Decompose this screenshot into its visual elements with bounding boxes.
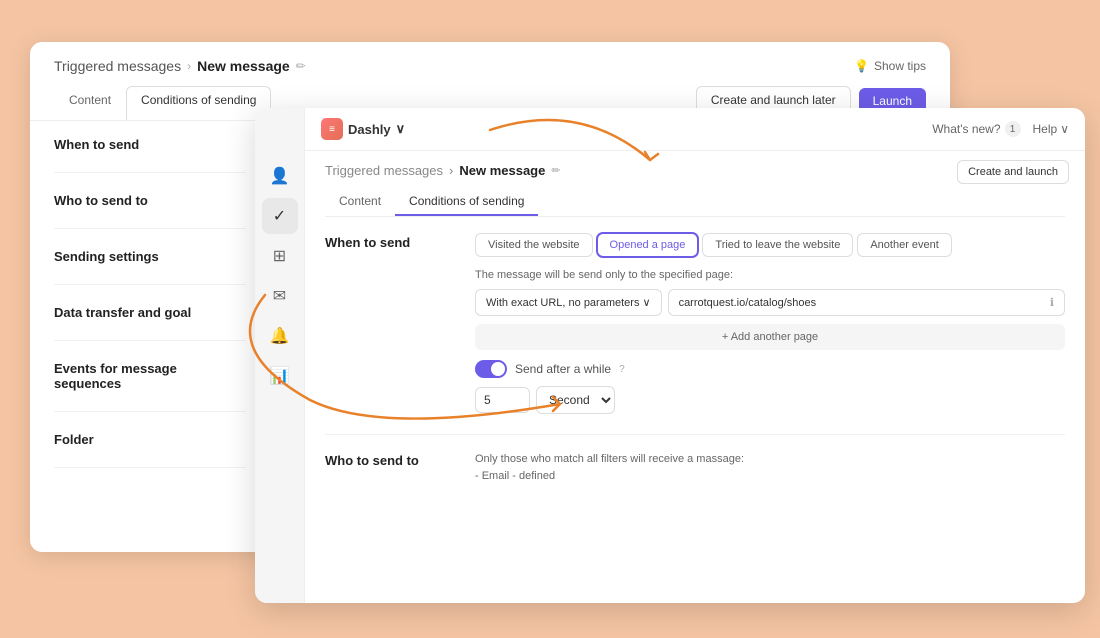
section-divider	[325, 434, 1065, 435]
sidebar-bell-icon[interactable]: 🔔	[262, 318, 298, 354]
when-tab-visited[interactable]: Visited the website	[475, 233, 593, 257]
dashly-brand[interactable]: ≡ Dashly ∨	[321, 118, 405, 140]
back-edit-icon[interactable]: ✏	[296, 59, 306, 73]
back-section-sending: Sending settings	[54, 229, 246, 285]
front-header-right: Create and launch	[957, 160, 1069, 184]
brand-chevron-icon: ∨	[396, 121, 406, 137]
back-breadcrumb-parent: Triggered messages	[54, 58, 181, 74]
back-section-folder: Folder	[54, 412, 246, 468]
front-tab-conditions[interactable]: Conditions of sending	[395, 188, 538, 216]
whats-new-button[interactable]: What's new? 1	[932, 121, 1020, 137]
when-info-text: The message will be send only to the spe…	[475, 269, 1065, 281]
front-content: When to send Visited the website Opened …	[305, 217, 1085, 603]
back-breadcrumb-current: New message	[197, 58, 290, 74]
front-tab-content[interactable]: Content	[325, 188, 395, 216]
who-to-send-content: Only those who match all filters will re…	[475, 451, 1065, 484]
front-breadcrumb-current: New message	[459, 163, 545, 178]
sidebar-users-icon[interactable]: 👤	[262, 158, 298, 194]
front-breadcrumb-parent: Triggered messages	[325, 163, 443, 178]
when-to-send-content: Visited the website Opened a page Tried …	[475, 233, 1065, 414]
back-breadcrumb-sep: ›	[187, 59, 191, 73]
when-to-send-section: When to send Visited the website Opened …	[325, 233, 1065, 414]
url-select[interactable]: With exact URL, no parameters ∨	[475, 289, 662, 316]
sidebar: 👤 ✓ ⊞ ✉ 🔔 📊	[255, 108, 305, 603]
time-row: Second Minute Hour	[475, 386, 1065, 414]
when-tab-leave[interactable]: Tried to leave the website	[702, 233, 853, 257]
back-tab-content[interactable]: Content	[54, 86, 126, 120]
back-section-events: Events for message sequences	[54, 341, 246, 412]
back-tab-conditions[interactable]: Conditions of sending	[126, 86, 271, 120]
time-input[interactable]	[475, 387, 530, 413]
when-tab-event[interactable]: Another event	[857, 233, 952, 257]
front-send-after-help-icon: ?	[619, 364, 625, 375]
whats-new-badge: 1	[1005, 121, 1021, 137]
front-create-launch-btn[interactable]: Create and launch	[957, 160, 1069, 184]
back-card-header: Triggered messages › New message ✏ 💡 Sho…	[30, 42, 950, 74]
front-tabs-row: Content Conditions of sending	[325, 188, 1065, 217]
back-section-when: When to send	[54, 137, 246, 173]
back-left-sections: When to send Who to send to Sending sett…	[30, 121, 270, 551]
back-section-who: Who to send to	[54, 173, 246, 229]
front-breadcrumb-sep: ›	[449, 163, 453, 178]
sidebar-pages-icon[interactable]: ⊞	[262, 238, 298, 274]
back-section-data: Data transfer and goal	[54, 285, 246, 341]
front-send-after-toggle[interactable]	[475, 360, 507, 378]
dashly-logo-icon: ≡	[321, 118, 343, 140]
who-info-text: Only those who match all filters will re…	[475, 451, 1065, 484]
when-tabs: Visited the website Opened a page Tried …	[475, 233, 1065, 257]
who-to-send-section: Who to send to Only those who match all …	[325, 451, 1065, 484]
front-edit-icon[interactable]: ✏	[551, 164, 560, 177]
card-front: 👤 ✓ ⊞ ✉ 🔔 📊 ≡ Dashly ∨ What's new? 1 Hel…	[255, 108, 1085, 603]
back-breadcrumb: Triggered messages › New message ✏	[54, 58, 306, 74]
front-breadcrumb: Triggered messages › New message ✏	[325, 163, 1065, 178]
topbar-right: What's new? 1 Help ∨	[932, 121, 1069, 137]
url-input[interactable]: carrotquest.io/catalog/shoes ℹ	[668, 289, 1065, 316]
time-unit-select[interactable]: Second Minute Hour	[536, 386, 615, 414]
who-to-send-title: Who to send to	[325, 451, 455, 484]
front-main: ≡ Dashly ∨ What's new? 1 Help ∨ Triggere…	[305, 108, 1085, 603]
front-send-after-label: Send after a while	[515, 362, 611, 376]
help-dropdown[interactable]: Help ∨	[1033, 122, 1069, 136]
add-page-btn[interactable]: + Add another page	[475, 324, 1065, 350]
url-info-icon: ℹ	[1050, 296, 1054, 309]
help-chevron-icon: ∨	[1060, 122, 1069, 136]
front-topbar: ≡ Dashly ∨ What's new? 1 Help ∨	[305, 108, 1085, 151]
sidebar-tasks-icon[interactable]: ✓	[262, 198, 298, 234]
front-send-after-row: Send after a while ?	[475, 360, 1065, 378]
when-to-send-title: When to send	[325, 233, 455, 414]
sidebar-mail-icon[interactable]: ✉	[262, 278, 298, 314]
when-tab-opened[interactable]: Opened a page	[597, 233, 699, 257]
url-row: With exact URL, no parameters ∨ carrotqu…	[475, 289, 1065, 316]
sidebar-chart-icon[interactable]: 📊	[262, 358, 298, 394]
show-tips-button[interactable]: 💡 Show tips	[854, 59, 926, 73]
bulb-icon: 💡	[854, 59, 869, 73]
